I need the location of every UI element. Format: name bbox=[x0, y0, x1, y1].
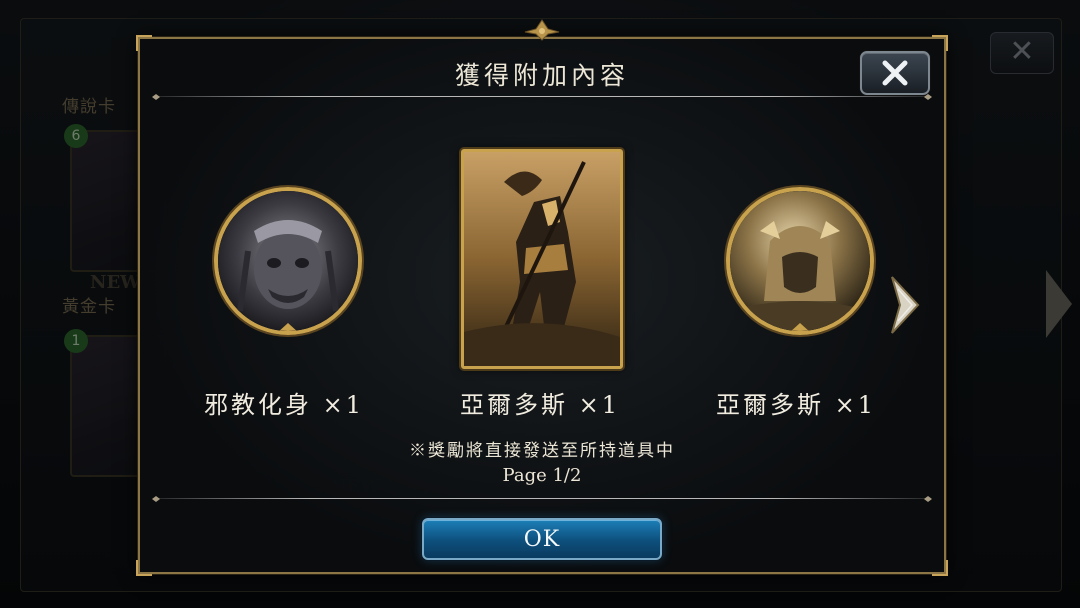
reward-label-3: 亞爾多斯 ×1 bbox=[715, 391, 876, 419]
ok-button-label: OK bbox=[523, 526, 561, 552]
creature-portrait-icon bbox=[218, 191, 358, 331]
frame-corner bbox=[932, 35, 948, 51]
divider-bottom bbox=[152, 496, 932, 502]
reward-card-1[interactable] bbox=[461, 149, 623, 369]
page-indicator: Page 1/2 bbox=[502, 465, 582, 486]
reward-label-2: 亞爾多斯 ×1 bbox=[459, 391, 620, 419]
ok-button[interactable]: OK bbox=[422, 518, 662, 560]
reward-dialog: 獲得附加內容 邪教化身 ×1 亞爾多斯 ×1 亞爾多斯 ×1 ※獎勵將直接發送至… bbox=[136, 19, 948, 576]
close-button[interactable] bbox=[860, 51, 930, 95]
frame-corner bbox=[136, 35, 152, 51]
reward-medallion-1[interactable] bbox=[214, 187, 362, 335]
reward-label-1: 邪教化身 ×1 bbox=[203, 391, 364, 419]
reward-medallion-2[interactable] bbox=[726, 187, 874, 335]
next-page-arrow-icon[interactable] bbox=[890, 275, 920, 335]
armored-portrait-icon bbox=[730, 191, 870, 331]
crest-ornament-icon bbox=[524, 19, 560, 41]
frame-corner bbox=[136, 560, 152, 576]
close-icon bbox=[882, 60, 908, 86]
knight-card-art-icon bbox=[464, 152, 620, 366]
frame-corner bbox=[932, 560, 948, 576]
divider-top bbox=[152, 94, 932, 100]
reward-notice: ※獎勵將直接發送至所持道具中 bbox=[409, 441, 675, 461]
dialog-title: 獲得附加內容 bbox=[454, 61, 629, 90]
